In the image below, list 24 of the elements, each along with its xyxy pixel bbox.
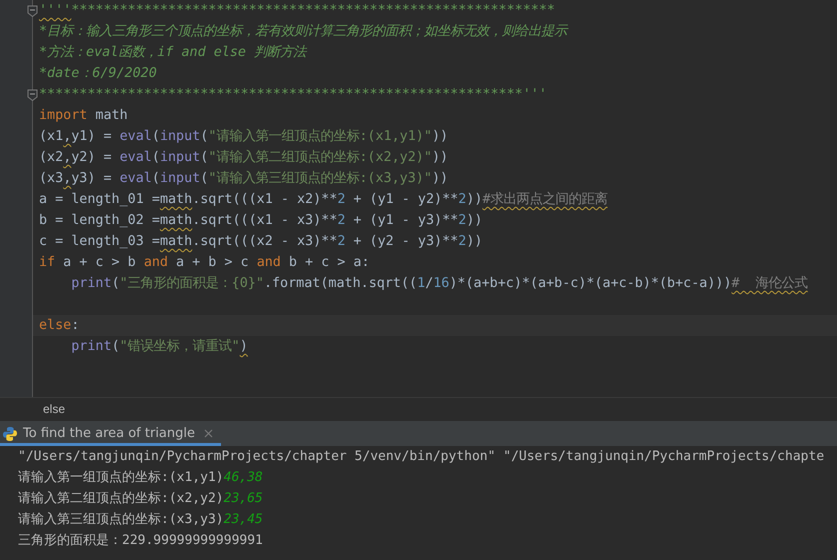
python-icon	[2, 426, 18, 442]
code-line: (x3,y3) = eval(input("请输入第三组顶点的坐标:(x3,y3)"))	[38, 170, 450, 188]
code-line: ************************************************************'''	[38, 86, 548, 104]
code-line: c = length_03 =math.sqrt(((x2 - x3)**2 + (y2 - y3)**2))	[38, 233, 484, 251]
console-line: 请输入第三组顶点的坐标:(x3,y3)23,45	[17, 511, 264, 529]
fold-icon[interactable]	[27, 5, 38, 17]
code-line: if a + c > b and a + b > c and b + c > a:	[38, 254, 371, 272]
breadcrumb[interactable]: else	[43, 402, 66, 416]
code-line: b = length_02 =math.sqrt(((x1 - x3)**2 + (y1 - y3)**2))	[38, 212, 484, 230]
console-line: "/Users/tangjunqin/PycharmProjects/chapter 5/venv/bin/python" "/Users/tangjunqin/PycharmProjects/chapte	[17, 448, 826, 466]
code-line: *目标：输入三角形三个顶点的坐标，若有效则计算三角形的面积；如坐标无效，则给出提示	[38, 23, 570, 41]
code-line: (x2,y2) = eval(input("请输入第二组顶点的坐标:(x2,y2)"))	[38, 148, 450, 167]
code-line: *方法：eval函数，if and else 判断方法	[38, 44, 308, 62]
code-line: a = length_01 =math.sqrt(((x1 - x2)**2 + (y1 - y2)**2))#求出两点之间的距离	[38, 190, 608, 209]
fold-icon[interactable]	[27, 89, 38, 101]
code-line: import math	[38, 107, 129, 125]
code-line: (x1,y1) = eval(input("请输入第一组顶点的坐标:(x1,y1)"))	[38, 128, 450, 146]
code-line: print("错误坐标，请重试")	[70, 338, 249, 356]
console-line: 请输入第一组顶点的坐标:(x1,y1)46,38	[17, 469, 264, 487]
code-line: ''''************************************************************	[38, 2, 556, 20]
code-line: print("三角形的面积是：{0}".format(math.sqrt((1/16)*(a+b+c)*(a+b-c)*(a+c-b)*(b+c-a)))# 海伦公式	[70, 275, 809, 293]
code-line: *date：6/9/2020	[38, 65, 158, 83]
console-line: 请输入第二组顶点的坐标:(x2,y2)23,65	[17, 490, 264, 508]
console-line: 三角形的面积是：229.99999999999991	[17, 532, 264, 550]
